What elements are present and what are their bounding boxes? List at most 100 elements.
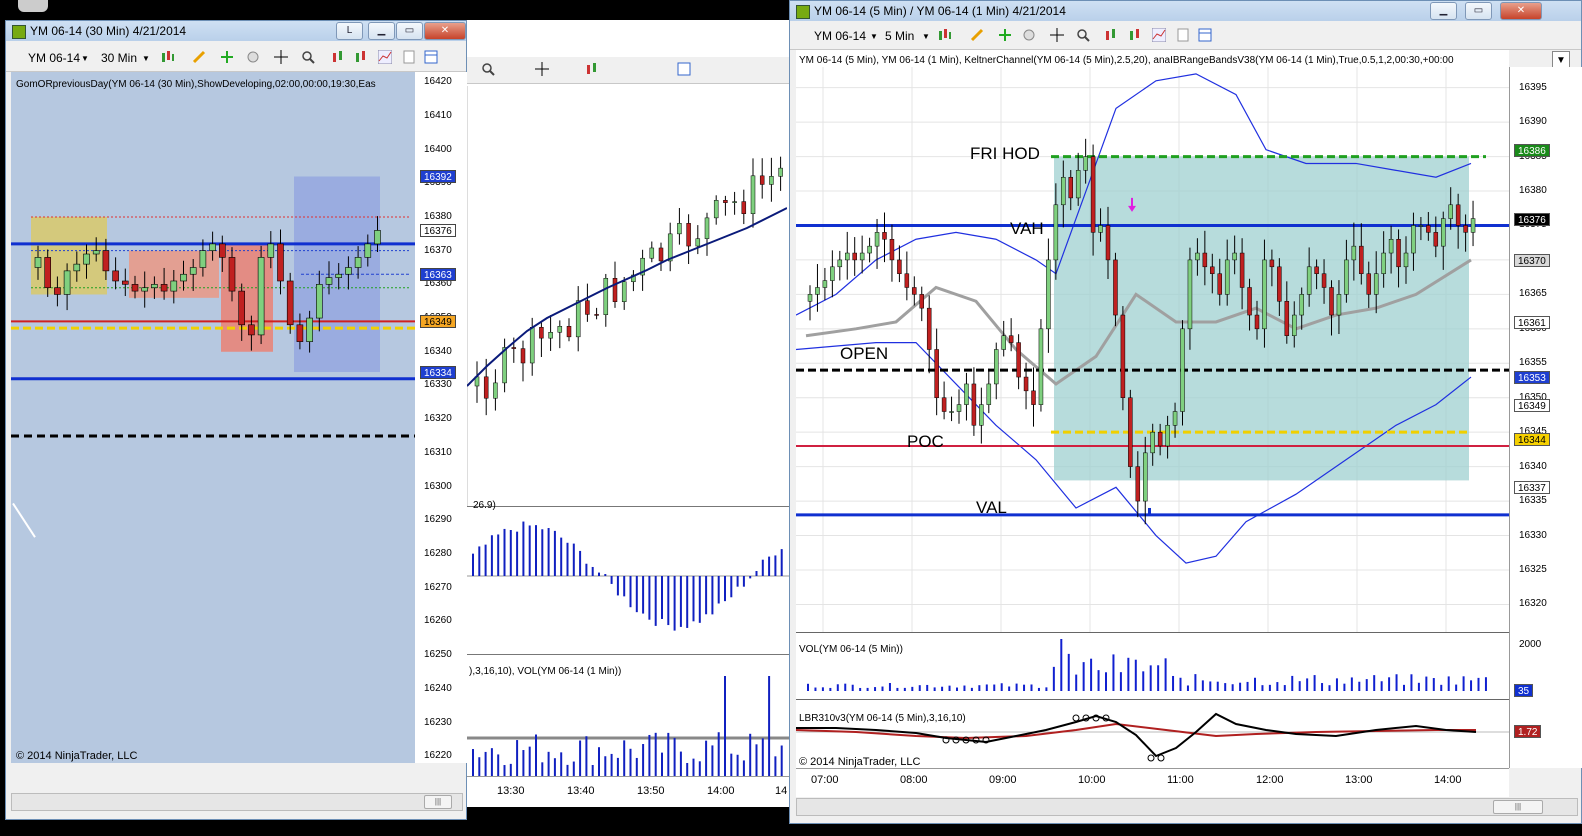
add-indicator-icon[interactable] (998, 28, 1012, 42)
price-axis-tick: 16300 (424, 480, 452, 492)
candle (575, 300, 581, 338)
right-vol-chart (807, 639, 1487, 691)
strategy-icon[interactable] (246, 50, 260, 64)
strategy-icon[interactable] (1022, 28, 1036, 42)
candle (1105, 225, 1111, 261)
right-titlebar[interactable]: YM 06-14 (5 Min) / YM 06-14 (1 Min) 4/21… (790, 1, 1581, 21)
bar-chart-icon[interactable] (354, 50, 368, 64)
candle (1292, 314, 1297, 336)
instrument-selector[interactable]: YM 06-14 (814, 29, 866, 43)
minimize-button[interactable]: ▁ (368, 22, 395, 40)
chevron-down-icon[interactable]: ▼ (142, 54, 150, 63)
candle (1075, 170, 1081, 199)
bar-type-icon[interactable] (938, 28, 952, 42)
bar-chart-icon[interactable] (331, 50, 345, 64)
pencil-icon[interactable] (192, 50, 206, 64)
line-chart-icon[interactable] (1152, 28, 1166, 42)
candle (1441, 218, 1446, 247)
candle (1269, 259, 1275, 268)
level-label-fri-hod: FRI HOD (970, 144, 1040, 163)
left-scrollbar[interactable]: ||| (11, 793, 463, 811)
candle (1366, 273, 1371, 295)
price-tag: 16376 (1514, 212, 1550, 226)
candle (160, 284, 168, 292)
level-label-open: OPEN (840, 344, 889, 363)
time-axis-tick: 13:00 (1345, 774, 1373, 786)
middle-time-tick: 13:50 (637, 785, 665, 797)
price-tag: 16370 (1514, 253, 1550, 267)
crosshair-icon[interactable] (274, 50, 288, 64)
price-tag: 16349 (1514, 398, 1550, 412)
candle (713, 200, 719, 219)
candle (704, 217, 710, 239)
chart-app-icon (12, 25, 26, 39)
candle (852, 252, 857, 261)
candle (1090, 156, 1096, 233)
add-indicator-icon[interactable] (220, 50, 234, 64)
chevron-down-icon[interactable]: ▼ (81, 54, 89, 63)
price-tag: 16363 (420, 268, 456, 282)
period-selector[interactable]: 5 Min (885, 29, 914, 43)
left-titlebar[interactable]: YM 06-14 (30 Min) 4/21/2014 L ▁ ▭ ✕ (6, 21, 466, 41)
vol-axis-tick: 2000 (1519, 639, 1542, 650)
template-icon[interactable] (1176, 28, 1190, 42)
candle (286, 280, 294, 326)
middle-candles (474, 156, 783, 416)
bar-chart-icon[interactable] (585, 62, 599, 76)
chevron-down-icon[interactable]: ▼ (870, 32, 878, 41)
price-tag: 16386 (1514, 143, 1550, 157)
bar-type-icon[interactable] (161, 50, 175, 64)
candle (539, 327, 544, 339)
left-scroll-thumb[interactable]: ||| (424, 795, 452, 809)
chevron-down-icon[interactable]: ▼ (922, 32, 930, 41)
maximize-button[interactable]: ▭ (396, 22, 423, 40)
right-scroll-thumb[interactable]: ||| (1493, 800, 1543, 814)
zoom-icon[interactable] (1076, 28, 1090, 42)
candle (859, 252, 865, 261)
candle (1396, 239, 1401, 268)
candle (374, 230, 381, 245)
bar-chart-icon[interactable] (1128, 28, 1142, 42)
candle (1135, 466, 1141, 502)
zoom-icon[interactable] (301, 50, 315, 64)
level-label-vah: VAH (1010, 219, 1044, 238)
candle (1448, 204, 1453, 219)
right-copyright: © 2014 NinjaTrader, LLC (799, 756, 921, 768)
properties-icon[interactable] (424, 50, 438, 64)
candle (511, 347, 517, 349)
close-button[interactable]: ✕ (1500, 2, 1542, 20)
crosshair-icon[interactable] (1050, 28, 1064, 42)
price-axis-tick: 16290 (424, 514, 452, 526)
candle (1321, 273, 1327, 288)
crosshair-icon[interactable] (535, 62, 549, 76)
candle (686, 223, 691, 247)
candle (493, 382, 498, 399)
instrument-selector[interactable]: YM 06-14 (28, 51, 80, 65)
candle (151, 284, 158, 289)
right-window-title: YM 06-14 (5 Min) / YM 06-14 (1 Min) 4/21… (814, 4, 1066, 18)
zoom-icon[interactable] (481, 62, 495, 76)
minimize-button[interactable]: ▁ (1430, 2, 1457, 20)
middle-time-tick: 13:30 (497, 785, 525, 797)
link-button[interactable]: L (336, 22, 363, 40)
middle-vol-chart (467, 676, 789, 776)
period-selector[interactable]: 30 Min (101, 51, 137, 65)
middle-chart-window[interactable]: 26.9) ),3,16,10), VOL(YM 06-14 (1 Min)) … (467, 20, 789, 807)
pencil-icon[interactable] (970, 28, 984, 42)
candle (44, 257, 52, 289)
candle (1336, 294, 1342, 316)
template-icon[interactable] (402, 50, 416, 64)
right-chart-window[interactable]: YM 06-14 (5 Min) / YM 06-14 (1 Min) 4/21… (789, 0, 1582, 824)
level-label-val: VAL (976, 498, 1007, 517)
properties-icon[interactable] (677, 62, 691, 76)
bar-chart-icon[interactable] (1104, 28, 1118, 42)
maximize-button[interactable]: ▭ (1465, 2, 1492, 20)
left-chart-window[interactable]: YM 06-14 (30 Min) 4/21/2014 L ▁ ▭ ✕ YM 0… (5, 20, 467, 820)
properties-icon[interactable] (1198, 28, 1212, 42)
candle (667, 233, 673, 262)
candle (83, 253, 90, 265)
right-scrollbar[interactable]: ||| (796, 798, 1578, 816)
candle (325, 277, 333, 285)
line-chart-icon[interactable] (378, 50, 392, 64)
close-button[interactable]: ✕ (424, 22, 466, 40)
